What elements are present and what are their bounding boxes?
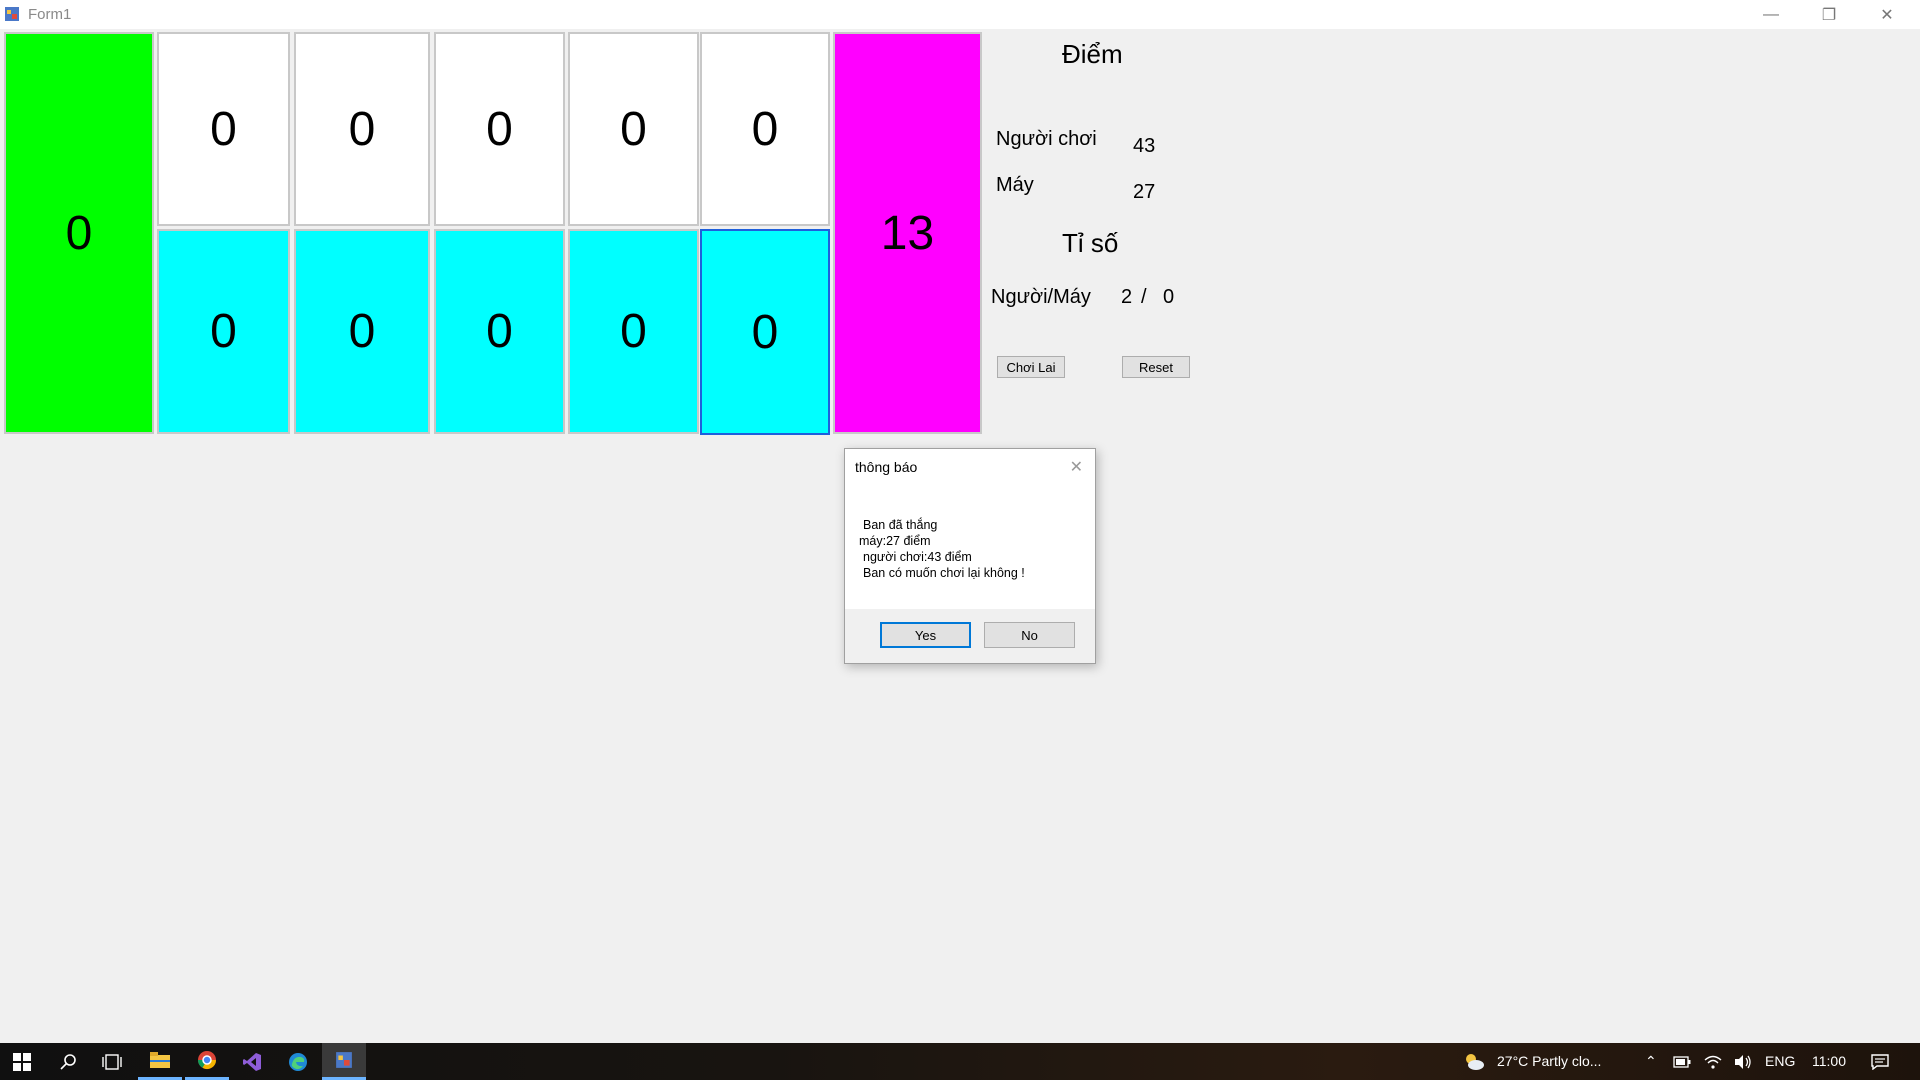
score-heading: Điểm: [1062, 39, 1123, 69]
weather-icon[interactable]: [1452, 1043, 1496, 1080]
bottom-cell-4[interactable]: 0: [568, 229, 699, 434]
top-cell-4[interactable]: 0: [568, 32, 699, 226]
right-store: 13: [833, 32, 982, 434]
bottom-cell-5[interactable]: 0: [700, 229, 830, 435]
play-again-button[interactable]: Chơi Lai: [997, 356, 1065, 378]
left-store: 0: [4, 32, 154, 434]
ratio-player: 2: [1121, 286, 1133, 308]
restore-button[interactable]: ❐: [1800, 0, 1858, 29]
ratio-machine: 0: [1163, 286, 1175, 308]
title-bar: Form1 — ❐ ✕: [0, 0, 1920, 29]
app-icon: [5, 7, 19, 21]
task-view-icon[interactable]: [90, 1043, 134, 1080]
search-icon[interactable]: [46, 1043, 90, 1080]
file-explorer-icon[interactable]: [138, 1043, 182, 1080]
machine-label: Máy: [996, 174, 1034, 196]
window-title: Form1: [28, 6, 72, 23]
ratio-label: Người/Máy: [991, 286, 1091, 308]
no-button[interactable]: No: [984, 622, 1075, 648]
volume-icon[interactable]: [1722, 1043, 1764, 1080]
bottom-cell-1[interactable]: 0: [157, 229, 290, 434]
bottom-cell-3[interactable]: 0: [434, 229, 565, 434]
ratio-separator: /: [1141, 286, 1147, 308]
yes-button[interactable]: Yes: [880, 622, 971, 648]
dialog-line-2: máy:27 điểm: [859, 534, 931, 548]
visual-studio-icon[interactable]: [230, 1043, 274, 1080]
player-label: Người chơi: [996, 128, 1097, 150]
dialog-message: Ban đã thắng máy:27 điểm người chơi:43 đ…: [859, 517, 1025, 581]
clock[interactable]: 11:00: [1812, 1053, 1846, 1069]
machine-score: 27: [1133, 181, 1156, 203]
reset-button[interactable]: Reset: [1122, 356, 1190, 378]
dialog-line-3: người chơi:43 điểm: [863, 550, 972, 564]
close-button[interactable]: ✕: [1858, 0, 1916, 29]
bottom-cell-2[interactable]: 0: [294, 229, 430, 434]
show-hidden-icons[interactable]: ⌃: [1645, 1053, 1657, 1070]
notification-icon[interactable]: [1858, 1043, 1902, 1080]
player-score: 43: [1133, 135, 1156, 157]
dialog-line-1: Ban đã thắng: [863, 518, 938, 532]
edge-icon[interactable]: [276, 1043, 320, 1080]
minimize-button[interactable]: —: [1742, 0, 1800, 29]
dialog-title: thông báo: [855, 459, 918, 475]
taskbar: 27°C Partly clo... ⌃ ENG 11:00: [0, 1043, 1920, 1080]
chrome-icon[interactable]: [185, 1043, 229, 1080]
dialog-line-4: Ban có muốn chơi lại không !: [863, 566, 1025, 580]
weather-text[interactable]: 27°C Partly clo...: [1497, 1053, 1601, 1069]
top-cell-1[interactable]: 0: [157, 32, 290, 226]
ratio-heading: Tỉ số: [1062, 228, 1119, 258]
top-cell-2[interactable]: 0: [294, 32, 430, 226]
dialog-close-icon[interactable]: ✕: [1070, 457, 1083, 477]
message-dialog: thông báo ✕ Ban đã thắng máy:27 điểm ngư…: [844, 448, 1096, 664]
form-app-icon[interactable]: [322, 1043, 366, 1080]
start-icon[interactable]: [0, 1043, 44, 1080]
language-indicator[interactable]: ENG: [1765, 1053, 1795, 1069]
top-cell-5[interactable]: 0: [700, 32, 830, 226]
top-cell-3[interactable]: 0: [434, 32, 565, 226]
